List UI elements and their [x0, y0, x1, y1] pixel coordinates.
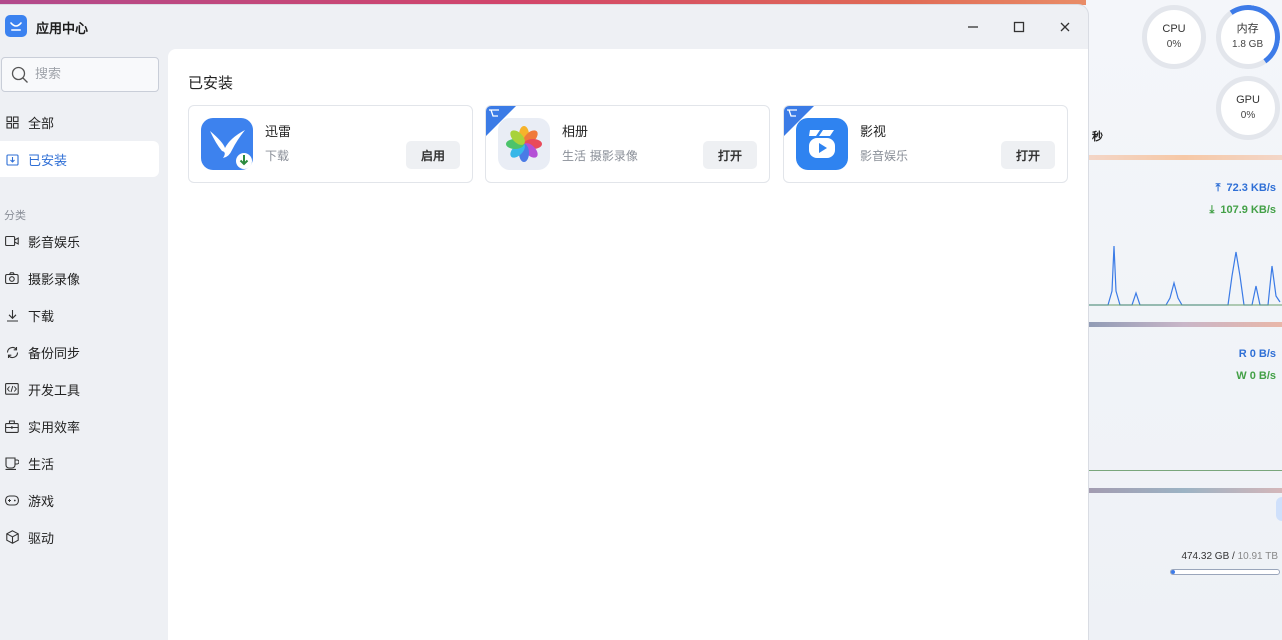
sidebar-item-photography[interactable]: 摄影录像 [0, 260, 159, 296]
memory-value: 1.8 GB [1232, 38, 1264, 50]
sidebar-item-label: 游戏 [28, 494, 55, 510]
app-tags: 生活 摄影录像 [562, 149, 638, 163]
download-arrow-icon: ⤓ [1209, 204, 1215, 216]
gpu-value: 0% [1240, 110, 1256, 121]
gpu-gauge: GPU 0% [1216, 76, 1280, 140]
minimize-button[interactable] [963, 17, 983, 37]
sidebar-item-label: 开发工具 [28, 383, 81, 399]
app-center-window: 应用中心 全部 已安装 [0, 5, 1088, 640]
camera-icon [5, 271, 19, 285]
separator [1086, 488, 1282, 493]
disk-usage-fill [1171, 570, 1176, 574]
separator [1086, 322, 1282, 327]
main-content: 已安装 迅雷 下载 启用 相册 生活 摄影录像 打开 影视 影音娱乐 打开 [168, 49, 1088, 640]
sidebar-item-video-entertainment[interactable]: 影音娱乐 [0, 223, 159, 259]
app-card-photos[interactable]: 相册 生活 摄影录像 打开 [485, 105, 770, 183]
sidebar-item-games[interactable]: 游戏 [0, 482, 159, 518]
sidebar-item-installed[interactable]: 已安装 [0, 141, 159, 177]
seconds-label: 秒 [1092, 130, 1103, 143]
maximize-icon [1013, 21, 1025, 33]
video-icon [5, 234, 19, 248]
toolbox-icon [5, 419, 19, 433]
system-monitor-widget: CPU 0% 内存 1.8 GB GPU 0% [1086, 0, 1282, 640]
sidebar-item-drivers[interactable]: 驱动 [0, 519, 159, 555]
disk-usage-bar [1170, 569, 1280, 575]
titlebar: 应用中心 [0, 5, 1088, 49]
page-title: 已安装 [188, 74, 234, 92]
close-icon [1060, 22, 1070, 32]
code-icon [5, 382, 19, 396]
sidebar-item-label: 实用效率 [28, 420, 81, 436]
network-graph [1088, 245, 1282, 306]
sidebar-item-label: 下载 [28, 309, 55, 325]
xunlei-bird-icon [201, 118, 253, 170]
sidebar-item-download[interactable]: 下载 [0, 297, 159, 333]
sync-icon [5, 345, 19, 359]
gamepad-icon [5, 493, 19, 507]
sidebar: 全部 已安装 分类 影音娱乐 摄影录像 下载 备份同步 开发工具 [0, 49, 168, 640]
app-card-xunlei[interactable]: 迅雷 下载 启用 [188, 105, 473, 183]
window-title: 应用中心 [36, 22, 89, 37]
sidebar-item-label: 备份同步 [28, 346, 81, 362]
cpu-label: CPU [1162, 23, 1186, 35]
open-button[interactable]: 打开 [1001, 141, 1055, 169]
widget-scroll-handle[interactable] [1276, 497, 1282, 521]
app-name: 迅雷 [265, 125, 292, 140]
sidebar-item-label: 摄影录像 [28, 272, 81, 288]
gpu-label: GPU [1236, 94, 1260, 106]
net-download-rate: ⤓ 107.9 KB/s [1209, 204, 1276, 216]
sidebar-item-life[interactable]: 生活 [0, 445, 159, 481]
separator [1086, 155, 1282, 160]
cpu-gauge: CPU 0% [1142, 5, 1206, 69]
net-upload-rate: ⤒ 72.3 KB/s [1215, 182, 1276, 194]
installed-icon [5, 152, 19, 166]
download-icon [5, 308, 19, 322]
disk-graph-baseline [1088, 470, 1282, 471]
app-tags: 下载 [265, 149, 290, 163]
memory-label: 内存 [1236, 22, 1259, 35]
app-store-icon [5, 15, 27, 37]
sidebar-item-all[interactable]: 全部 [0, 104, 159, 140]
cpu-value: 0% [1166, 39, 1182, 50]
disk-write-rate: W 0 B/s [1236, 370, 1276, 382]
disk-usage-text: 474.32 GB / 10.91 TB [1181, 551, 1278, 562]
sidebar-item-label: 已安装 [28, 153, 68, 169]
close-button[interactable] [1055, 17, 1075, 37]
sidebar-item-productivity[interactable]: 实用效率 [0, 408, 159, 444]
app-name: 影视 [860, 125, 887, 140]
cube-icon [5, 530, 19, 544]
sidebar-item-label: 驱动 [28, 531, 55, 547]
sidebar-item-label: 影音娱乐 [28, 235, 81, 251]
upload-arrow-icon: ⤒ [1215, 182, 1221, 194]
maximize-button[interactable] [1009, 17, 1029, 37]
memory-gauge: 内存 1.8 GB [1210, 0, 1282, 75]
app-tags: 影音娱乐 [860, 149, 909, 163]
enable-button[interactable]: 启用 [406, 141, 460, 169]
search-box[interactable] [1, 57, 159, 92]
search-input[interactable] [35, 67, 145, 82]
app-name: 相册 [562, 125, 589, 140]
video-play-icon [796, 118, 848, 170]
disk-read-rate: R 0 B/s [1238, 348, 1276, 360]
sidebar-item-label: 生活 [28, 457, 55, 473]
category-heading: 分类 [4, 209, 26, 222]
search-icon [11, 66, 28, 83]
sidebar-item-label: 全部 [28, 116, 55, 132]
app-card-video[interactable]: 影视 影音娱乐 打开 [783, 105, 1068, 183]
open-button[interactable]: 打开 [703, 141, 757, 169]
cup-icon [5, 456, 19, 470]
sidebar-item-backup-sync[interactable]: 备份同步 [0, 334, 159, 370]
grid-icon [5, 115, 19, 129]
minimize-icon [968, 26, 978, 28]
photos-flower-icon [498, 118, 550, 170]
sidebar-item-dev-tools[interactable]: 开发工具 [0, 371, 159, 407]
